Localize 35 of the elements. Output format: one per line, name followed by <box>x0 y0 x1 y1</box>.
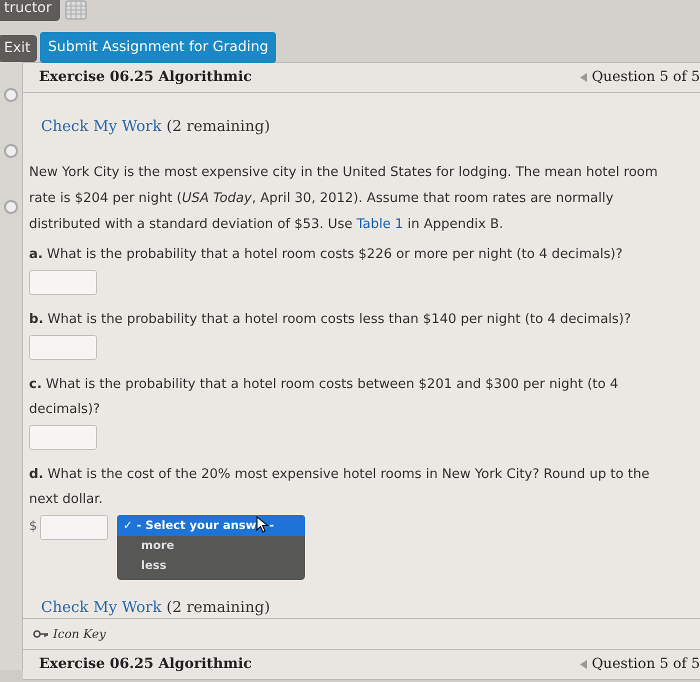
dropdown-option[interactable]: ✓ - Select your answ - <box>117 514 305 536</box>
exercise-title: Exercise 06.25 Algorithmic <box>39 655 252 674</box>
table-link[interactable]: Table 1 <box>356 216 404 232</box>
submit-button[interactable]: Submit Assignment for Grading <box>40 32 276 63</box>
check-my-work-link[interactable]: Check My Work <box>41 598 162 616</box>
currency-sign: $ <box>29 518 38 536</box>
answer-field[interactable] <box>40 514 108 540</box>
grid-icon[interactable] <box>65 0 87 20</box>
remaining-count: (2 remaining) <box>165 117 270 135</box>
status-circle[interactable] <box>4 88 18 102</box>
instructor-button[interactable]: tructor <box>0 0 60 21</box>
back-arrow-icon[interactable] <box>580 660 587 669</box>
back-arrow-icon[interactable] <box>580 73 587 82</box>
remaining-count: (2 remaining) <box>165 598 270 616</box>
answer-field[interactable] <box>29 334 97 360</box>
check-my-work-link[interactable]: Check My Work <box>41 117 162 135</box>
icon-key-label[interactable]: Icon Key <box>53 625 106 643</box>
status-circle[interactable] <box>4 200 18 214</box>
question-text: d. What is the cost of the 20% most expensive hotel rooms in New York City? Round up to the next dollar. <box>29 466 650 508</box>
answer-field[interactable] <box>29 424 97 450</box>
question-text: c. What is the probability that a hotel room costs between $201 and $300 per night (to 4 decimals)? <box>29 376 620 418</box>
dropdown-option[interactable]: less <box>117 556 305 576</box>
check-mark: ✓ <box>123 518 133 532</box>
exit-button[interactable]: Exit <box>0 35 37 62</box>
question-text: a. What is the probability that a hotel room costs $226 or more per night (to 4 decimals)? <box>29 246 624 264</box>
question-nav[interactable]: Question 5 of 5 <box>580 67 700 88</box>
status-circle[interactable] <box>4 144 18 158</box>
mouse-cursor-icon <box>256 516 270 532</box>
answer-field[interactable] <box>29 270 97 294</box>
question-text: New York City is the most expensive city in the United States for lodging. The mean hotel room rate is $204 per night (USA Today, April 30, 2012). Assume that room rates are normally distributed with a standard deviation of $53. Use Table 1 in Appendix B. <box>28 164 659 234</box>
key-icon <box>33 630 49 638</box>
question-nav[interactable]: Question 5 of 5 <box>580 654 700 675</box>
question-text: b. What is the probability that a hotel room costs less than $140 per night (to 4 decimals)? <box>29 310 632 328</box>
exercise-title: Exercise 06.25 Algorithmic <box>39 68 252 87</box>
dropdown-option[interactable]: more <box>117 536 305 556</box>
